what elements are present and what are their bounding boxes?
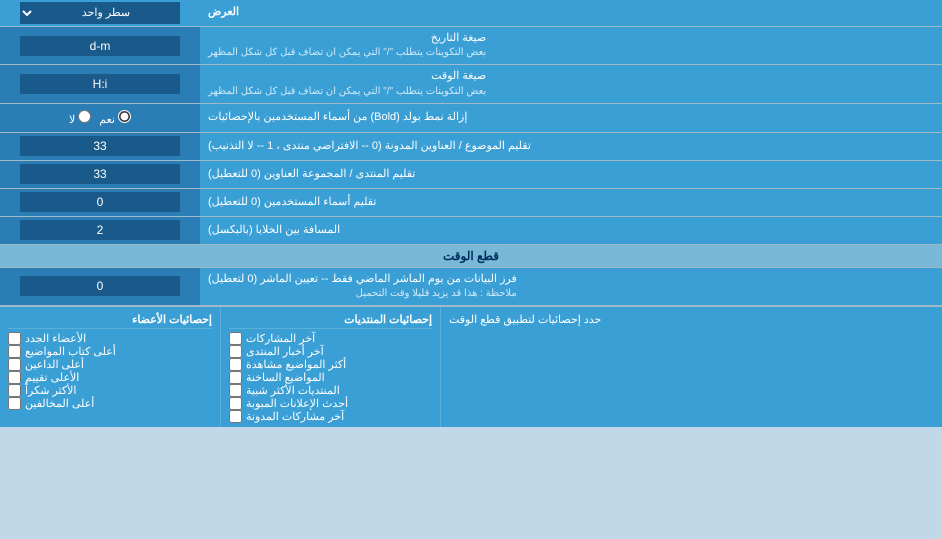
member-stats-header: إحصائيات الأعضاء <box>8 311 212 329</box>
cut-time-section-header: قطع الوقت <box>0 245 942 268</box>
forum-trim-row: تقليم المنتدى / المجموعة العناوين (0 للت… <box>0 161 942 189</box>
date-format-input[interactable] <box>20 36 180 56</box>
forum-trim-input-wrapper <box>0 161 200 188</box>
subject-trim-label: تقليم الموضوع / العناوين المدونة (0 -- ا… <box>200 133 942 160</box>
remove-bold-radio-wrapper: نعم لا <box>0 104 200 132</box>
cut-time-input[interactable] <box>20 276 180 296</box>
cb-most-thanks[interactable] <box>8 384 21 397</box>
cb-blog-posts[interactable] <box>229 410 242 423</box>
checkbox-new-members: الأعضاء الجدد <box>8 332 212 345</box>
checkbox-top-violators: أعلى المخالفين <box>8 397 212 410</box>
date-format-label: صيغة التاريخ بعض التكوينات يتطلب "/" الت… <box>200 27 942 64</box>
cb-ads[interactable] <box>229 397 242 410</box>
subject-trim-input-wrapper <box>0 133 200 160</box>
checkbox-last-posts: آخر المشاركات <box>229 332 432 345</box>
checkbox-top-inviters: أعلى الداعين <box>8 358 212 371</box>
forum-trim-label: تقليم المنتدى / المجموعة العناوين (0 للت… <box>200 161 942 188</box>
time-format-label: صيغة الوقت بعض التكوينات يتطلب "/" التي … <box>200 65 942 102</box>
username-trim-row: تقليم أسماء المستخدمين (0 للتعطيل) <box>0 189 942 217</box>
time-format-input-wrapper <box>0 65 200 102</box>
checkbox-most-viewed: أكثر المواضيع مشاهدة <box>229 358 432 371</box>
cut-time-input-wrapper <box>0 268 200 305</box>
cut-time-row: فرز البيانات من يوم الماشر الماضي فقط --… <box>0 268 942 306</box>
cell-spacing-input-wrapper <box>0 217 200 244</box>
display-select-wrapper: سطر واحد سطران ثلاثة أسطر <box>0 0 200 26</box>
forum-trim-input[interactable] <box>20 164 180 184</box>
cb-forum-news[interactable] <box>229 345 242 358</box>
date-format-row: صيغة التاريخ بعض التكوينات يتطلب "/" الت… <box>0 27 942 65</box>
cb-top-writers[interactable] <box>8 345 21 358</box>
radio-no-label: لا <box>69 110 91 126</box>
checkbox-hot-topics: المواضيع الساخنة <box>229 371 432 384</box>
header-label: العرض <box>200 0 942 26</box>
cb-most-like[interactable] <box>229 384 242 397</box>
forum-stats-col: إحصائيات المنتديات آخر المشاركات آخر أخب… <box>220 307 440 427</box>
username-trim-label: تقليم أسماء المستخدمين (0 للتعطيل) <box>200 189 942 216</box>
time-format-row: صيغة الوقت بعض التكوينات يتطلب "/" التي … <box>0 65 942 103</box>
checkbox-forum-news: آخر أخبار المنتدى <box>229 345 432 358</box>
limit-label: حدد إحصائيات لتطبيق قطع الوقت <box>440 307 942 427</box>
remove-bold-label: إزالة نمط بولد (Bold) من أسماء المستخدمي… <box>200 104 942 132</box>
checkbox-top-writers: أعلى كتاب المواضيع <box>8 345 212 358</box>
cb-last-posts[interactable] <box>229 332 242 345</box>
display-select[interactable]: سطر واحد سطران ثلاثة أسطر <box>20 2 180 24</box>
username-trim-input-wrapper <box>0 189 200 216</box>
cb-top-rated[interactable] <box>8 371 21 384</box>
date-format-input-wrapper <box>0 27 200 64</box>
radio-no[interactable] <box>78 110 91 123</box>
cb-most-viewed[interactable] <box>229 358 242 371</box>
member-stats-col: إحصائيات الأعضاء الأعضاء الجدد أعلى كتاب… <box>0 307 220 427</box>
cb-new-members[interactable] <box>8 332 21 345</box>
bottom-section: حدد إحصائيات لتطبيق قطع الوقت إحصائيات ا… <box>0 306 942 427</box>
cell-spacing-row: المسافة بين الخلايا (بالبكسل) <box>0 217 942 245</box>
cell-spacing-label: المسافة بين الخلايا (بالبكسل) <box>200 217 942 244</box>
cb-top-violators[interactable] <box>8 397 21 410</box>
cb-top-inviters[interactable] <box>8 358 21 371</box>
radio-yes[interactable] <box>118 110 131 123</box>
checkbox-most-like: المنتديات الأكثر شبية <box>229 384 432 397</box>
checkbox-most-thanks: الأكثر شكراً <box>8 384 212 397</box>
subject-trim-row: تقليم الموضوع / العناوين المدونة (0 -- ا… <box>0 133 942 161</box>
cb-hot-topics[interactable] <box>229 371 242 384</box>
header-row: العرض سطر واحد سطران ثلاثة أسطر <box>0 0 942 27</box>
radio-yes-label: نعم <box>99 110 131 126</box>
username-trim-input[interactable] <box>20 192 180 212</box>
main-container: العرض سطر واحد سطران ثلاثة أسطر صيغة الت… <box>0 0 942 427</box>
checkbox-blog-posts: آخر مشاركات المدونة <box>229 410 432 423</box>
subject-trim-input[interactable] <box>20 136 180 156</box>
time-format-input[interactable] <box>20 74 180 94</box>
remove-bold-row: إزالة نمط بولد (Bold) من أسماء المستخدمي… <box>0 104 942 133</box>
cut-time-label: فرز البيانات من يوم الماشر الماضي فقط --… <box>200 268 942 305</box>
checkbox-top-rated: الأعلى تقييم <box>8 371 212 384</box>
forum-stats-header: إحصائيات المنتديات <box>229 311 432 329</box>
cell-spacing-input[interactable] <box>20 220 180 240</box>
checkbox-ads: أحدث الإعلانات المبوبة <box>229 397 432 410</box>
